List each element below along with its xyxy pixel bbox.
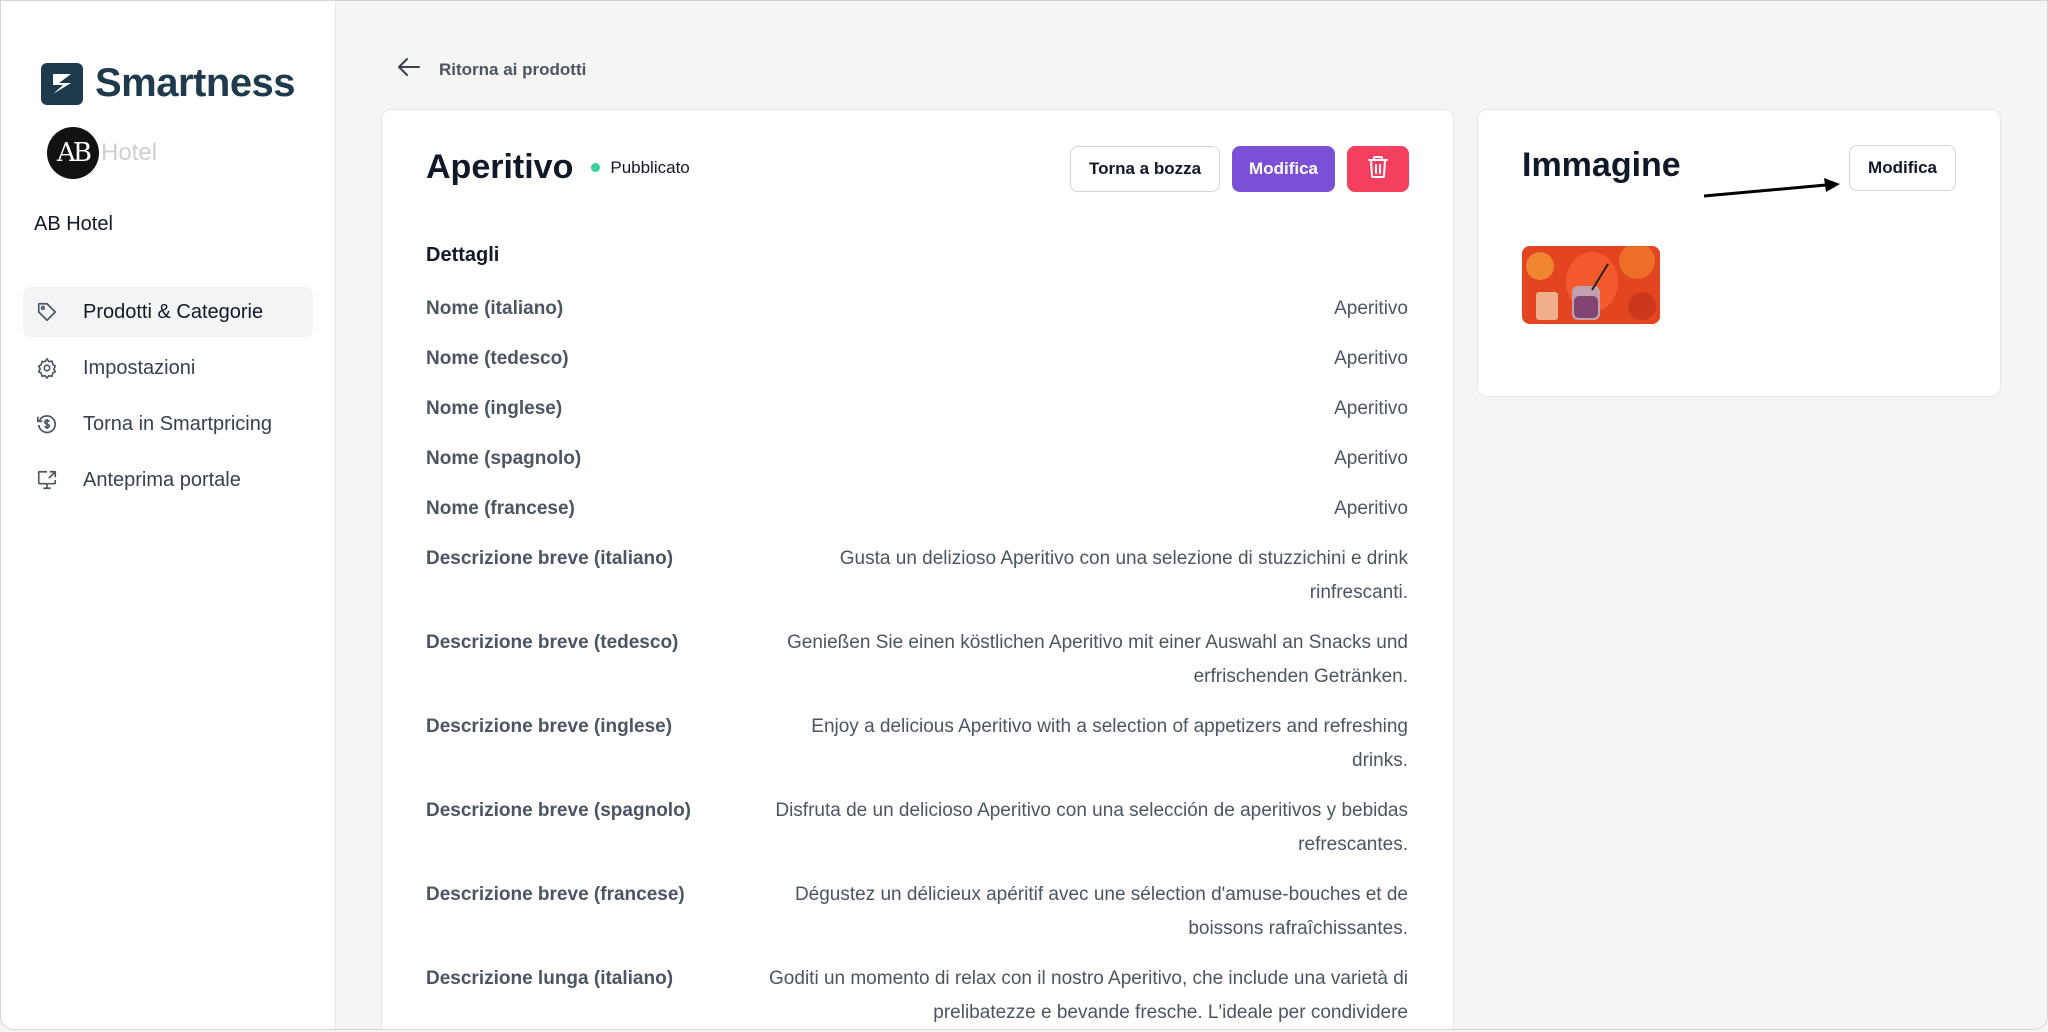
details-section-title: Dettagli (426, 244, 500, 266)
detail-row: Descrizione breve (spagnolo) Disfruta de… (426, 794, 1408, 878)
product-header: Aperitivo Pubblicato (426, 148, 690, 187)
back-to-draft-button[interactable]: Torna a bozza (1069, 146, 1221, 192)
trash-icon (1367, 155, 1389, 184)
detail-row: Nome (tedesco) Aperitivo (426, 342, 1408, 392)
back-to-products-link[interactable]: Ritorna ai prodotti (397, 57, 586, 82)
detail-value: Aperitivo (1334, 498, 1408, 519)
sidebar: Smartness AB Hotel AB Hotel Prodotti & C… (1, 1, 336, 1029)
detail-label: Descrizione breve (spagnolo) (426, 800, 692, 821)
detail-row: Nome (inglese) Aperitivo (426, 392, 1408, 442)
edit-product-button[interactable]: Modifica (1232, 146, 1335, 192)
detail-value: Disfruta de un delicioso Aperitivo con u… (775, 800, 1408, 855)
hotel-logo-word: Hotel (101, 139, 158, 166)
detail-label: Descrizione lunga (italiano) (426, 968, 674, 989)
sidebar-item-label: Prodotti & Categorie (83, 300, 264, 323)
detail-row: Descrizione breve (francese) Dégustez un… (426, 878, 1408, 962)
sidebar-item-label: Anteprima portale (83, 468, 241, 491)
brand-name: Smartness (95, 61, 296, 105)
sidebar-nav: Prodotti & Categorie Impostazioni Torna … (23, 287, 313, 511)
back-link-label: Ritorna ai prodotti (439, 59, 587, 79)
detail-value: Enjoy a delicious Aperitivo with a selec… (811, 716, 1408, 771)
gear-icon (35, 356, 59, 380)
dollar-refresh-icon (35, 412, 59, 436)
detail-value: Aperitivo (1334, 348, 1408, 369)
product-image-thumbnail[interactable] (1522, 246, 1660, 324)
detail-row: Descrizione breve (tedesco) Genießen Sie… (426, 626, 1408, 710)
image-card-title: Immagine (1522, 146, 1681, 184)
sidebar-item-products-categories[interactable]: Prodotti & Categorie (23, 287, 313, 337)
detail-value: Genießen Sie einen köstlichen Aperitivo … (786, 632, 1408, 687)
detail-value: Aperitivo (1334, 398, 1408, 419)
smartness-logo-icon (41, 62, 83, 105)
arrow-left-icon (397, 57, 421, 82)
monitor-share-icon (35, 468, 59, 492)
sidebar-item-smartpricing[interactable]: Torna in Smartpricing (23, 399, 313, 449)
detail-value: Gusta un delizioso Aperitivo con una sel… (839, 548, 1408, 603)
hotel-name: AB Hotel (34, 213, 113, 235)
arrow-right-icon (1702, 174, 1842, 205)
app-window: Smartness AB Hotel AB Hotel Prodotti & C… (0, 0, 2048, 1030)
detail-row: Descrizione breve (italiano) Gusta un de… (426, 542, 1408, 626)
detail-row: Descrizione lunga (italiano) Goditi un m… (426, 962, 1408, 1029)
edit-image-button[interactable]: Modifica (1849, 145, 1956, 191)
detail-label: Nome (italiano) (426, 298, 564, 319)
details-list: Nome (italiano) Aperitivo Nome (tedesco)… (426, 292, 1408, 1029)
tag-icon (35, 300, 59, 324)
detail-row: Nome (francese) Aperitivo (426, 492, 1408, 542)
detail-value: Goditi un momento di relax con il nostro… (769, 968, 1408, 1023)
detail-label: Nome (francese) (426, 498, 575, 519)
detail-value: Dégustez un délicieux apéritif avec une … (794, 884, 1408, 939)
detail-label: Descrizione breve (francese) (426, 884, 685, 905)
status-label: Pubblicato (610, 157, 690, 177)
detail-value: Aperitivo (1334, 298, 1408, 319)
detail-label: Nome (spagnolo) (426, 448, 582, 469)
detail-value: Aperitivo (1334, 448, 1408, 469)
detail-label: Descrizione breve (italiano) (426, 548, 674, 569)
detail-row: Nome (italiano) Aperitivo (426, 292, 1408, 342)
image-card: Immagine Modifica (1477, 109, 2001, 397)
status-dot-icon (591, 163, 601, 172)
brand-logo[interactable]: Smartness (41, 61, 296, 106)
delete-button[interactable] (1347, 146, 1409, 192)
product-actions: Torna a bozza Modifica (1069, 146, 1409, 192)
hotel-logo: AB Hotel (47, 127, 157, 179)
sidebar-item-label: Torna in Smartpricing (83, 412, 272, 435)
hotel-logo-mark: AB (47, 127, 99, 179)
detail-label: Nome (inglese) (426, 398, 563, 419)
status-badge: Pubblicato (591, 157, 690, 178)
detail-label: Descrizione breve (inglese) (426, 716, 673, 737)
detail-row: Nome (spagnolo) Aperitivo (426, 442, 1408, 492)
sidebar-item-portal-preview[interactable]: Anteprima portale (23, 455, 313, 505)
detail-label: Descrizione breve (tedesco) (426, 632, 679, 653)
product-details-card: Aperitivo Pubblicato Torna a bozza Modif… (381, 109, 1454, 1029)
detail-row: Descrizione breve (inglese) Enjoy a deli… (426, 710, 1408, 794)
sidebar-item-settings[interactable]: Impostazioni (23, 343, 313, 393)
detail-label: Nome (tedesco) (426, 348, 569, 369)
sidebar-item-label: Impostazioni (83, 356, 196, 379)
product-title: Aperitivo (426, 148, 574, 186)
